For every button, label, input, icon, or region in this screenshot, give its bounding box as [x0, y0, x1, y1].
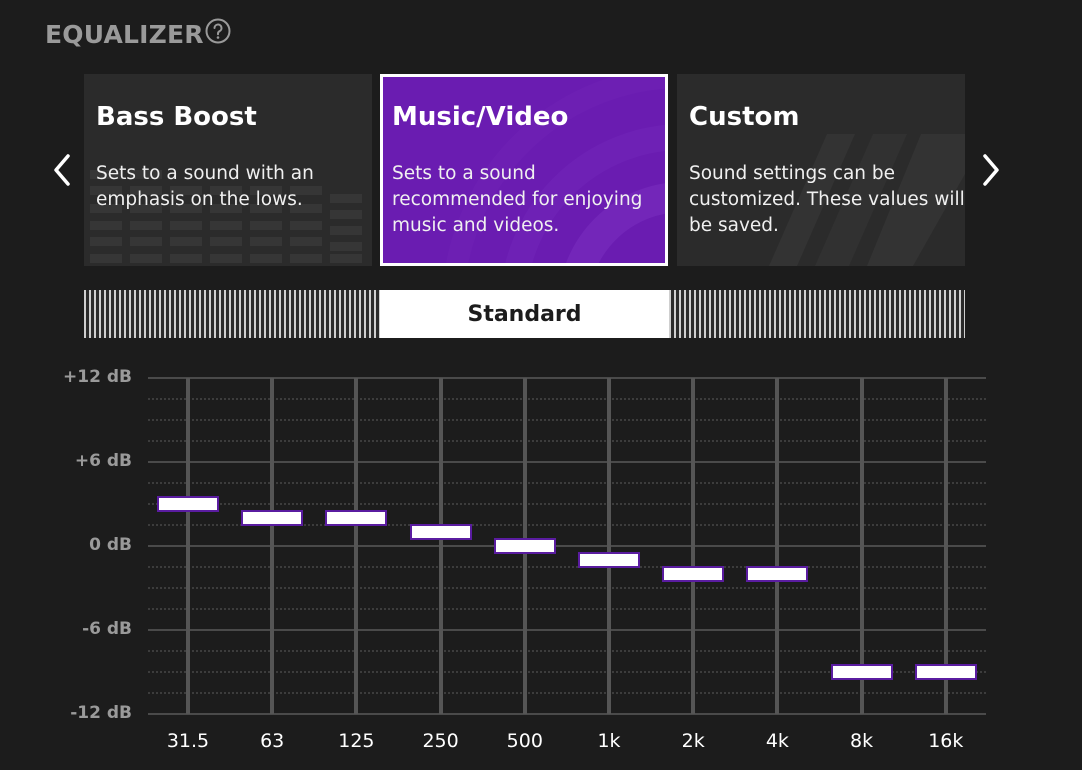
slider-track-2k[interactable]: [691, 378, 696, 714]
frequency-label: 1k: [597, 730, 621, 752]
frequency-label: 16k: [928, 730, 964, 752]
preset-card-bass-boost[interactable]: Bass Boost Sets to a sound with an empha…: [84, 74, 372, 266]
preset-description: Sets to a sound with an emphasis on the …: [96, 163, 314, 210]
preset-selector-standard[interactable]: Standard: [380, 290, 669, 338]
y-axis-label: +6 dB: [74, 451, 132, 471]
help-icon[interactable]: [205, 18, 231, 44]
slider-handle-31.5[interactable]: [157, 496, 219, 512]
y-axis-label: -12 dB: [70, 703, 132, 723]
slider-handle-250[interactable]: [409, 524, 472, 540]
slider-track-4k[interactable]: [775, 378, 780, 714]
chevron-left-icon[interactable]: [48, 150, 76, 190]
frequency-label: 250: [422, 730, 459, 752]
frequency-label: 125: [338, 730, 375, 752]
frequency-label: 31.5: [166, 730, 210, 752]
preset-title: Music/Video: [392, 102, 569, 132]
preset-title: Custom: [689, 102, 800, 132]
preset-description: Sound settings can be customized. These …: [689, 163, 965, 236]
frequency-label: 4k: [765, 730, 789, 752]
slider-handle-63[interactable]: [241, 510, 304, 526]
slider-handle-125[interactable]: [325, 510, 388, 526]
frequency-label: 500: [506, 730, 543, 752]
preset-card-custom[interactable]: Custom Sound settings can be customized.…: [677, 74, 965, 266]
chevron-right-icon[interactable]: [977, 150, 1005, 190]
slider-track-31.5[interactable]: [186, 378, 190, 714]
frequency-label: 2k: [681, 730, 705, 752]
slider-track-1k[interactable]: [607, 378, 611, 714]
slider-track-125[interactable]: [354, 378, 359, 714]
preset-title: Bass Boost: [96, 102, 257, 132]
slider-handle-16k[interactable]: [914, 664, 977, 680]
frequency-label: 63: [260, 730, 285, 752]
y-axis-label: +12 dB: [63, 367, 132, 387]
slider-handle-500[interactable]: [493, 538, 556, 554]
preset-description: Sets to a sound recommended for enjoying…: [392, 163, 643, 236]
equalizer-title: EQUALIZER: [45, 19, 204, 49]
slider-handle-8k[interactable]: [830, 664, 893, 680]
slider-track-63[interactable]: [270, 378, 275, 714]
slider-handle-2k[interactable]: [662, 566, 725, 582]
y-axis-label: 0 dB: [89, 535, 132, 555]
frequency-label: 8k: [850, 730, 874, 752]
slider-handle-4k[interactable]: [746, 566, 809, 582]
y-axis-label: -6 dB: [82, 619, 132, 639]
preset-card-music-video[interactable]: Music/Video Sets to a sound recommended …: [380, 74, 668, 266]
slider-track-250[interactable]: [438, 378, 443, 714]
slider-handle-1k[interactable]: [578, 552, 640, 568]
